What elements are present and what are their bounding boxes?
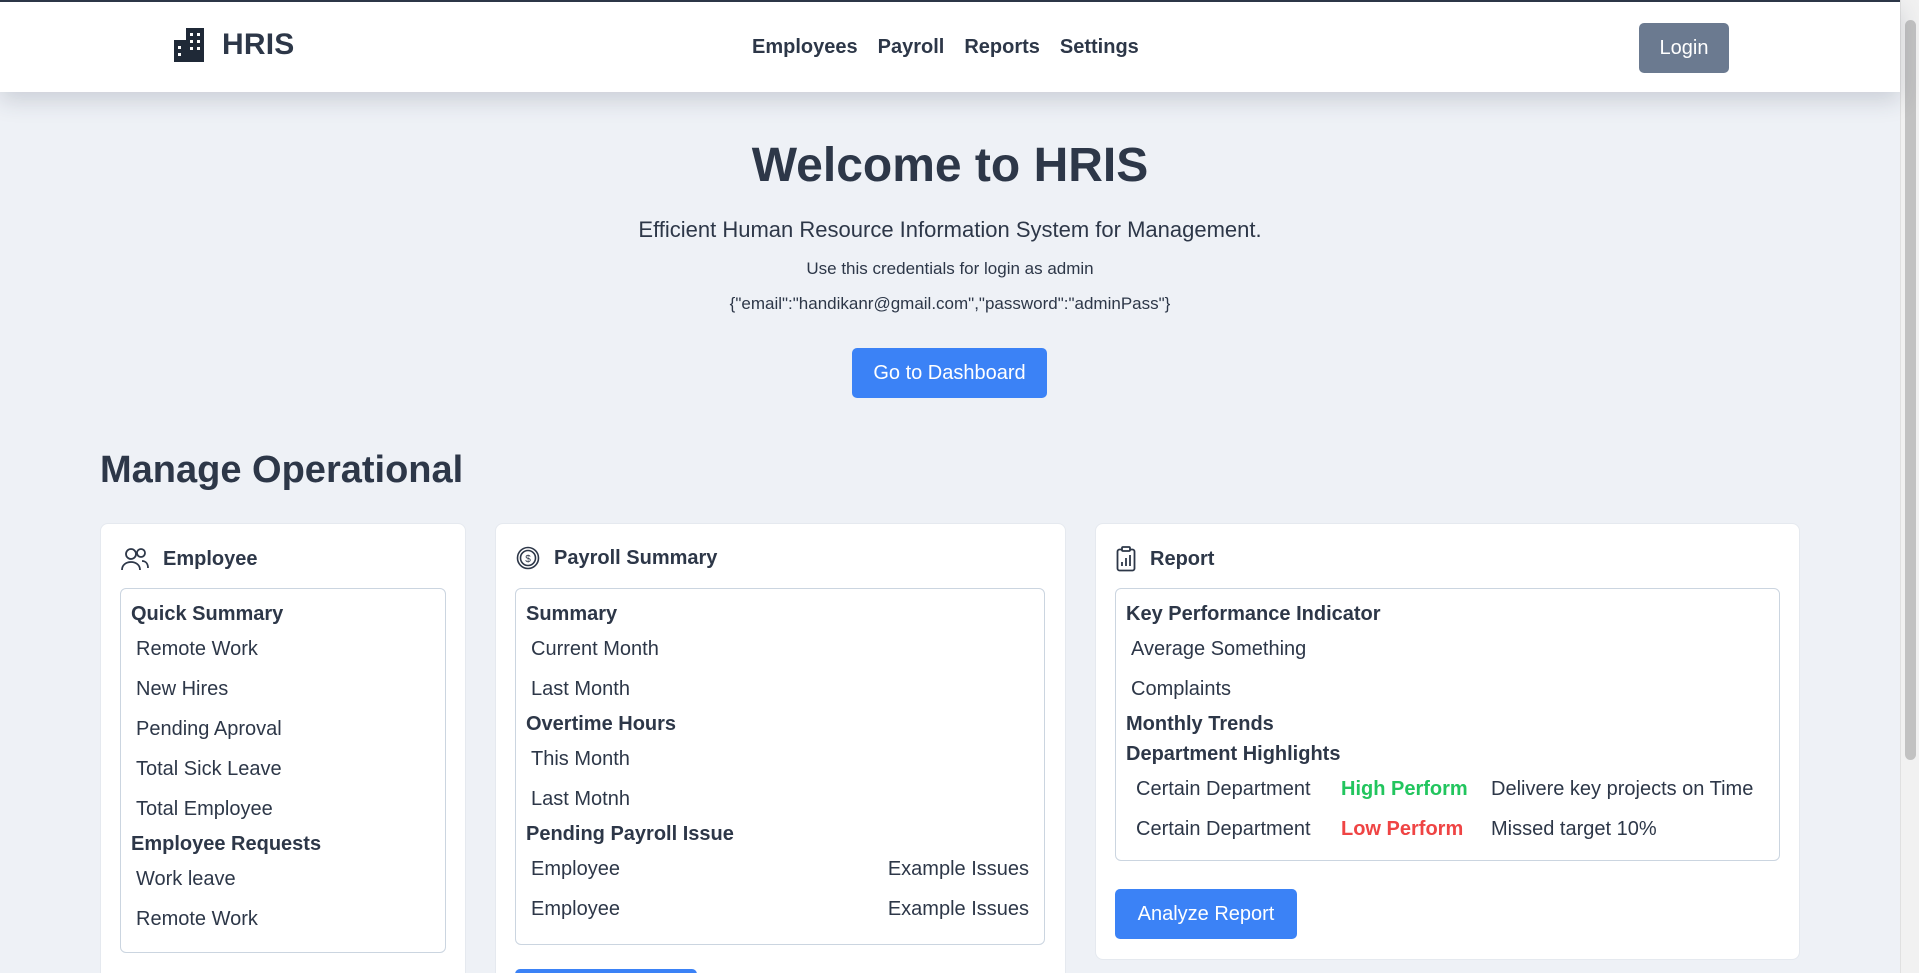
summary-item-total-employee: Total Employee bbox=[136, 798, 273, 820]
navbar: HRIS Employees Payroll Reports Settings … bbox=[0, 2, 1900, 92]
overtime-last-month: Last Motnh bbox=[531, 788, 630, 810]
section-title: Manage Operational bbox=[100, 449, 464, 491]
payroll-action-button-partial[interactable] bbox=[515, 969, 697, 973]
nav-payroll[interactable]: Payroll bbox=[878, 36, 945, 59]
payroll-card: $ Payroll Summary Summary Current Month … bbox=[495, 523, 1066, 973]
users-icon bbox=[121, 548, 149, 571]
main-nav: Employees Payroll Reports Settings bbox=[752, 36, 1139, 59]
employee-card-header: Employee bbox=[121, 546, 257, 572]
summary-item-pending-approval: Pending Aproval bbox=[136, 718, 282, 740]
employee-requests-heading: Employee Requests bbox=[131, 833, 322, 855]
brand[interactable]: HRIS bbox=[174, 28, 294, 62]
overtime-this-month: This Month bbox=[531, 748, 630, 770]
svg-text:$: $ bbox=[525, 554, 531, 565]
request-item-remote-work: Remote Work bbox=[136, 908, 258, 930]
credentials-note: Use this credentials for login as admin bbox=[806, 259, 1094, 278]
request-item-work-leave: Work leave bbox=[136, 868, 236, 890]
summary-item-new-hires: New Hires bbox=[136, 678, 229, 700]
employee-card-title: Employee bbox=[163, 547, 258, 570]
clipboard-chart-icon bbox=[1116, 546, 1136, 572]
payroll-summary-panel: Summary Current Month Last Month Overtim… bbox=[515, 588, 1045, 945]
report-card-title: Report bbox=[1150, 547, 1215, 570]
employee-summary-panel: Quick Summary Remote Work New Hires Pend… bbox=[120, 588, 446, 953]
brand-name: HRIS bbox=[222, 28, 295, 61]
highlight-status-high: High Perform bbox=[1341, 778, 1468, 800]
go-to-dashboard-button[interactable]: Go to Dashboard bbox=[852, 348, 1047, 398]
nav-settings[interactable]: Settings bbox=[1060, 36, 1139, 59]
report-card: Report Key Performance Indicator Average… bbox=[1095, 523, 1800, 960]
payroll-card-header: $ Payroll Summary bbox=[516, 546, 717, 570]
summary-item-remote-work: Remote Work bbox=[136, 638, 258, 660]
department-highlights-heading: Department Highlights bbox=[1126, 743, 1341, 765]
overtime-heading: Overtime Hours bbox=[526, 713, 677, 735]
highlight-note: Delivere key projects on Time bbox=[1491, 778, 1754, 800]
highlight-note: Missed target 10% bbox=[1491, 818, 1657, 840]
highlight-department: Certain Department bbox=[1136, 818, 1311, 840]
kpi-average: Average Something bbox=[1131, 638, 1307, 660]
page-scrollbar[interactable] bbox=[1900, 0, 1919, 973]
nav-employees[interactable]: Employees bbox=[752, 36, 858, 59]
dollar-coin-icon: $ bbox=[516, 546, 540, 570]
pending-payroll-heading: Pending Payroll Issue bbox=[526, 823, 734, 845]
hero-subtitle: Efficient Human Resource Information Sys… bbox=[638, 217, 1262, 242]
payroll-summary-heading: Summary bbox=[526, 603, 618, 625]
analyze-report-button[interactable]: Analyze Report bbox=[1115, 889, 1297, 939]
payroll-card-title: Payroll Summary bbox=[554, 546, 718, 569]
payroll-last-month: Last Month bbox=[531, 678, 630, 700]
building-icon bbox=[174, 28, 204, 62]
employee-card: Employee Quick Summary Remote Work New H… bbox=[100, 523, 466, 973]
pending-issue-text: Example Issues bbox=[887, 898, 1029, 920]
login-button[interactable]: Login bbox=[1639, 23, 1729, 73]
hero-title: Welcome to HRIS bbox=[751, 139, 1149, 192]
kpi-heading: Key Performance Indicator bbox=[1126, 603, 1381, 625]
scrollbar-thumb[interactable] bbox=[1905, 20, 1916, 760]
payroll-current-month: Current Month bbox=[531, 638, 659, 660]
nav-reports[interactable]: Reports bbox=[964, 36, 1040, 59]
kpi-complaints: Complaints bbox=[1131, 678, 1232, 700]
report-card-header: Report bbox=[1116, 546, 1214, 572]
report-panel: Key Performance Indicator Average Someth… bbox=[1115, 588, 1780, 861]
summary-item-sick-leave: Total Sick Leave bbox=[136, 758, 282, 780]
quick-summary-heading: Quick Summary bbox=[131, 603, 284, 625]
pending-issue-employee: Employee bbox=[531, 898, 620, 920]
highlight-department: Certain Department bbox=[1136, 778, 1311, 800]
highlight-status-low: Low Perform bbox=[1341, 818, 1464, 840]
pending-issue-text: Example Issues bbox=[887, 858, 1029, 880]
pending-issue-employee: Employee bbox=[531, 858, 620, 880]
credentials-text: {"email":"handikanr@gmail.com","password… bbox=[729, 294, 1171, 313]
monthly-trends-heading: Monthly Trends bbox=[1126, 713, 1274, 735]
